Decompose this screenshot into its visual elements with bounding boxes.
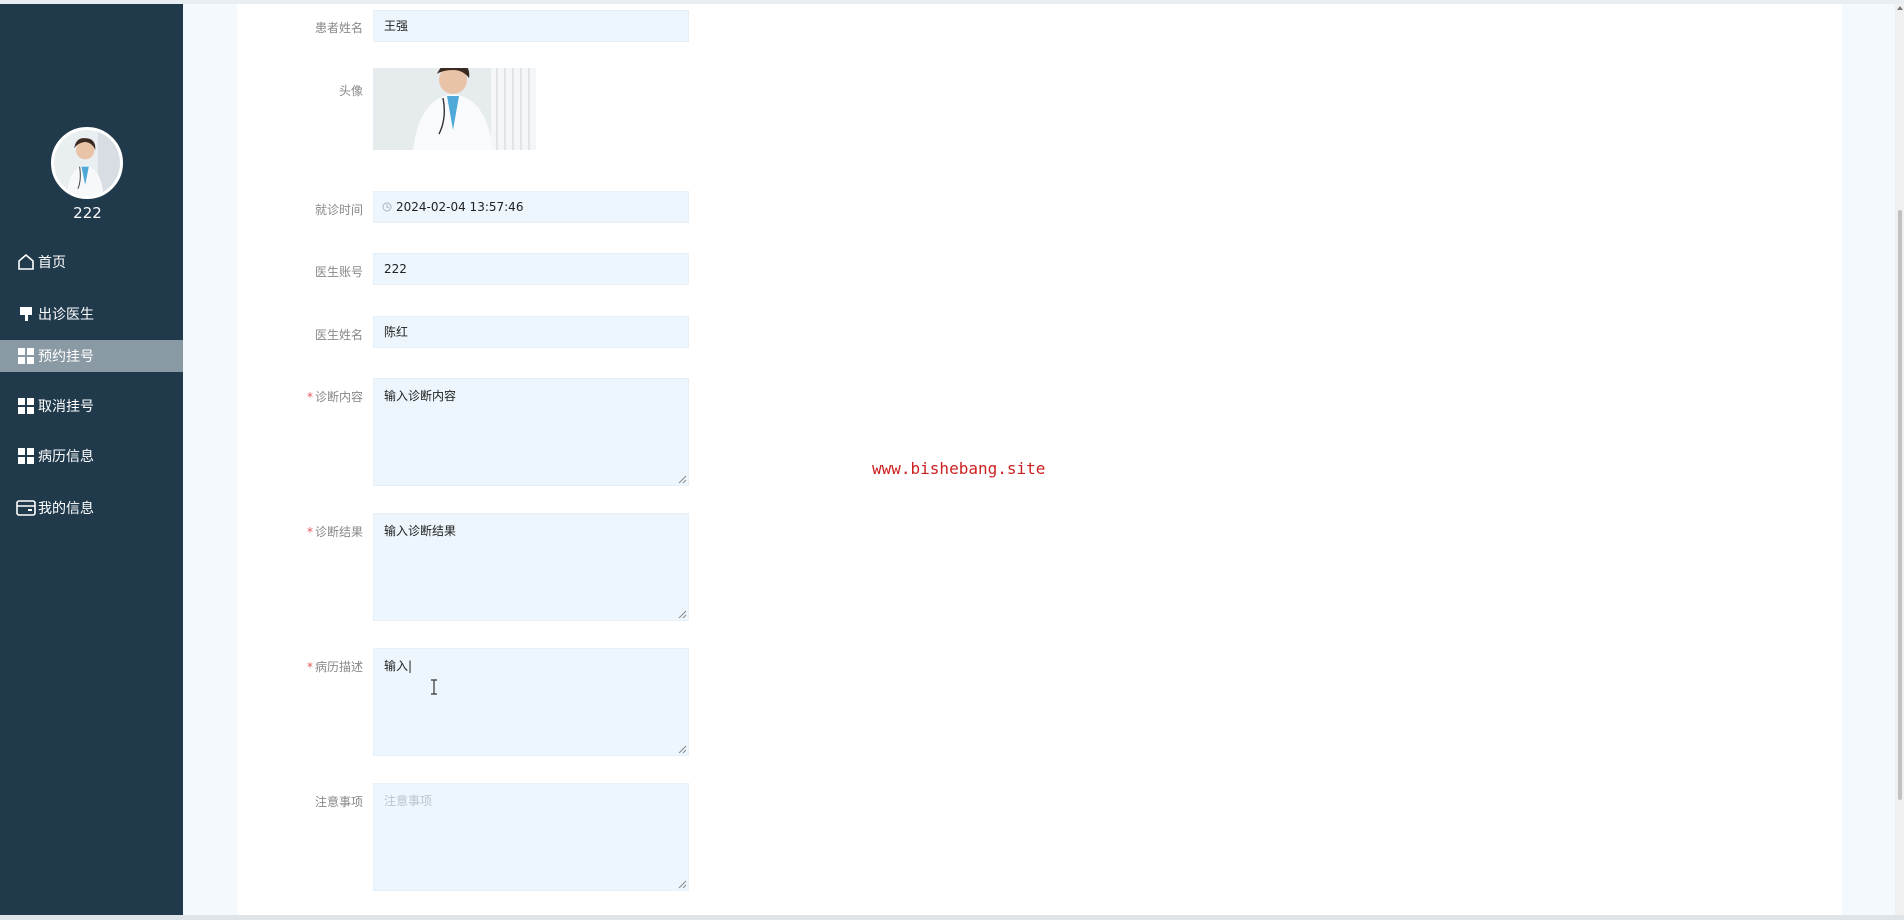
app-window: 222 首页 出诊医生 预约挂号 取消挂号 病历信息 我的信息 患者姓名 王强 … bbox=[0, 0, 1904, 920]
sidebar-item-visiting-doctors[interactable]: 出诊医生 bbox=[0, 298, 183, 330]
patient-name-label: 患者姓名 bbox=[314, 21, 363, 35]
diagnosis-content-label: * 诊断内容 bbox=[306, 390, 363, 404]
watermark-text: www.bishebang.site bbox=[872, 459, 1046, 478]
grid-icon bbox=[16, 346, 36, 366]
doctor-name-label: 医生姓名 bbox=[314, 328, 363, 342]
case-description-textarea[interactable]: 输入| bbox=[373, 648, 689, 756]
bottom-strip bbox=[0, 915, 1904, 920]
avatar-preview-image[interactable] bbox=[373, 68, 536, 150]
clock-icon bbox=[382, 193, 392, 212]
visit-time-field[interactable]: 2024-02-04 13:57:46 bbox=[373, 191, 689, 223]
doctor-account-label: 医生账号 bbox=[314, 265, 363, 279]
visit-time-label: 就诊时间 bbox=[314, 203, 363, 217]
visit-time-value: 2024-02-04 13:57:46 bbox=[396, 200, 524, 214]
case-description-value: 输入| bbox=[384, 659, 413, 673]
avatar bbox=[51, 127, 123, 199]
avatar-image bbox=[54, 130, 120, 196]
sidebar: 222 首页 出诊医生 预约挂号 取消挂号 病历信息 我的信息 bbox=[0, 4, 183, 915]
row-avatar: 头像 bbox=[237, 68, 1037, 150]
row-case-description: * 病历描述 输入| bbox=[237, 648, 1037, 758]
required-mark: * bbox=[306, 660, 313, 674]
row-patient-name: 患者姓名 王强 bbox=[237, 10, 1037, 42]
notes-label: 注意事项 bbox=[314, 795, 363, 809]
text-cursor-icon bbox=[431, 679, 437, 695]
doctor-name-field[interactable]: 陈红 bbox=[373, 316, 689, 348]
diagnosis-content-value: 输入诊断内容 bbox=[384, 389, 457, 403]
scroll-up-arrow-icon[interactable] bbox=[1897, 5, 1903, 11]
resize-grip-icon[interactable] bbox=[678, 610, 687, 619]
sidebar-item-label: 出诊医生 bbox=[38, 307, 94, 323]
notes-textarea[interactable]: 注意事项 bbox=[373, 783, 689, 891]
doctor-account-field[interactable]: 222 bbox=[373, 253, 689, 285]
sidebar-item-label: 我的信息 bbox=[38, 501, 94, 517]
sidebar-item-appointment[interactable]: 预约挂号 bbox=[0, 340, 183, 372]
sidebar-item-label: 病历信息 bbox=[38, 449, 94, 465]
pin-icon bbox=[16, 304, 36, 324]
diagnosis-content-textarea[interactable]: 输入诊断内容 bbox=[373, 378, 689, 486]
row-doctor-account: 医生账号 222 bbox=[237, 253, 1037, 285]
username: 222 bbox=[73, 204, 102, 222]
diagnosis-result-value: 输入诊断结果 bbox=[384, 524, 457, 538]
patient-name-field[interactable]: 王强 bbox=[373, 10, 689, 42]
required-mark: * bbox=[306, 525, 313, 539]
case-description-label: * 病历描述 bbox=[306, 660, 363, 674]
resize-grip-icon[interactable] bbox=[678, 745, 687, 754]
row-visit-time: 就诊时间 2024-02-04 13:57:46 bbox=[237, 191, 1037, 223]
sidebar-item-label: 首页 bbox=[38, 255, 66, 271]
grid-icon bbox=[16, 446, 36, 466]
sidebar-item-label: 取消挂号 bbox=[38, 399, 94, 415]
row-doctor-name: 医生姓名 陈红 bbox=[237, 316, 1037, 348]
row-diagnosis-result: * 诊断结果 输入诊断结果 bbox=[237, 513, 1037, 623]
sidebar-item-medical-records[interactable]: 病历信息 bbox=[0, 440, 183, 472]
avatar-label: 头像 bbox=[338, 84, 363, 98]
sidebar-item-home[interactable]: 首页 bbox=[0, 246, 183, 278]
diagnosis-result-textarea[interactable]: 输入诊断结果 bbox=[373, 513, 689, 621]
required-mark: * bbox=[306, 390, 313, 404]
home-icon bbox=[16, 252, 36, 272]
resize-grip-icon[interactable] bbox=[678, 475, 687, 484]
notes-placeholder: 注意事项 bbox=[384, 794, 433, 808]
row-notes: 注意事项 注意事项 bbox=[237, 783, 1037, 893]
resize-grip-icon[interactable] bbox=[678, 880, 687, 889]
grid-icon bbox=[16, 396, 36, 416]
diagnosis-result-label: * 诊断结果 bbox=[306, 525, 363, 539]
card-icon bbox=[16, 498, 36, 518]
sidebar-item-my-info[interactable]: 我的信息 bbox=[0, 492, 183, 524]
scroll-thumb[interactable] bbox=[1898, 210, 1902, 800]
sidebar-menu: 首页 出诊医生 预约挂号 取消挂号 病历信息 我的信息 bbox=[0, 246, 183, 524]
sidebar-item-label: 预约挂号 bbox=[38, 349, 94, 365]
sidebar-item-cancel-appointment[interactable]: 取消挂号 bbox=[0, 390, 183, 422]
